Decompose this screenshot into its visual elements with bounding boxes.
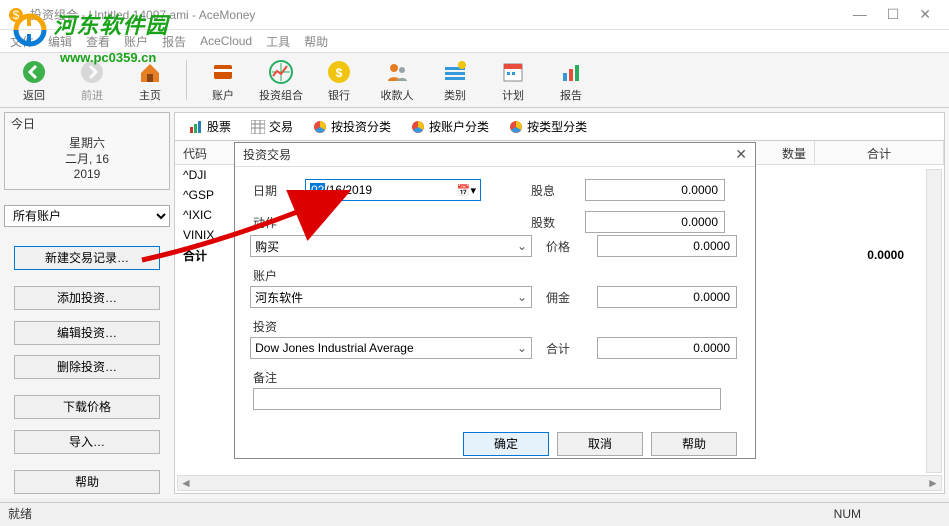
cancel-button[interactable]: 取消 [557, 432, 643, 456]
menu-file[interactable]: 文件 [10, 33, 34, 50]
window-title: 投资组合 - Untitled 14097.ami - AceMoney [30, 6, 853, 23]
today-weekday: 星期六 [11, 136, 163, 152]
tab-by-investment[interactable]: 按投资分类 [305, 115, 399, 138]
menu-view[interactable]: 查看 [86, 33, 110, 50]
menubar: 文件 编辑 查看 账户 报告 AceCloud 工具 帮助 [0, 30, 949, 52]
note-input[interactable] [253, 388, 721, 410]
dividend-input[interactable] [585, 179, 725, 201]
label-total: 合计 [546, 340, 587, 357]
side-download-price[interactable]: 下载价格 [14, 395, 160, 419]
label-commission: 佣金 [546, 289, 587, 306]
menu-acecloud[interactable]: AceCloud [200, 34, 252, 48]
today-date: 二月, 16 [11, 152, 163, 168]
label-dividend: 股息 [531, 182, 575, 199]
toolbar-bank[interactable]: $银行 [313, 55, 365, 105]
tab-by-type[interactable]: 按类型分类 [501, 115, 595, 138]
investment-select[interactable]: Dow Jones Industrial Average⌄ [250, 337, 532, 359]
date-input[interactable]: 02/16/2019 📅▾ [305, 179, 481, 201]
investment-transaction-dialog: 投资交易 ✕ 日期 02/16/2019 📅▾ 股息 动作 股数 购买⌄ 价格 [234, 142, 756, 459]
commission-input[interactable] [597, 286, 737, 308]
label-action: 动作 [253, 214, 295, 231]
account-select[interactable]: 河东软件⌄ [250, 286, 532, 308]
account-selector[interactable]: 所有账户 [4, 205, 170, 227]
svg-text:$: $ [336, 66, 343, 80]
shares-input[interactable] [585, 211, 725, 233]
menu-report[interactable]: 报告 [162, 33, 186, 50]
sidebar: 今日 星期六 二月, 16 2019 所有账户 新建交易记录… 添加投资… 编辑… [0, 108, 174, 498]
label-date: 日期 [253, 182, 295, 199]
toolbar-category[interactable]: 类别 [429, 55, 481, 105]
toolbar: 返回 前进 主页 账户 投资组合 $银行 收款人 类别 计划 报告 [0, 52, 949, 108]
col-code[interactable]: 代码 [175, 141, 239, 164]
menu-help[interactable]: 帮助 [304, 33, 328, 50]
side-add-investment[interactable]: 添加投资… [14, 286, 160, 310]
label-investment: 投资 [253, 318, 295, 335]
side-edit-investment[interactable]: 编辑投资… [14, 321, 160, 345]
svg-text:$: $ [13, 8, 20, 22]
close-button[interactable]: ✕ [919, 6, 931, 23]
help-button[interactable]: 帮助 [651, 432, 737, 456]
tab-stocks[interactable]: 股票 [181, 115, 239, 138]
toolbar-back[interactable]: 返回 [8, 55, 60, 105]
dialog-title: 投资交易 [243, 146, 735, 163]
label-account: 账户 [253, 267, 295, 284]
toolbar-payee[interactable]: 收款人 [371, 55, 423, 105]
action-select[interactable]: 购买⌄ [250, 235, 532, 257]
scrollbar-vertical[interactable] [926, 169, 942, 473]
price-input[interactable] [597, 235, 737, 257]
maximize-button[interactable]: ☐ [887, 6, 900, 23]
col-total[interactable]: 合计 [815, 141, 944, 164]
side-delete-investment[interactable]: 删除投资… [14, 355, 160, 379]
status-left: 就绪 [8, 505, 834, 522]
toolbar-forward: 前进 [66, 55, 118, 105]
tab-transactions[interactable]: 交易 [243, 115, 301, 138]
tab-strip: 股票 交易 按投资分类 按账户分类 按类型分类 [175, 113, 944, 141]
label-price: 价格 [546, 238, 587, 255]
status-num: NUM [834, 507, 861, 521]
col-qty[interactable]: 数量 [755, 141, 815, 164]
today-title: 今日 [11, 115, 163, 132]
toolbar-portfolio[interactable]: 投资组合 [255, 55, 307, 105]
dialog-close-button[interactable]: ✕ [735, 146, 747, 163]
toolbar-home[interactable]: 主页 [124, 55, 176, 105]
menu-account[interactable]: 账户 [124, 33, 148, 50]
tab-by-account[interactable]: 按账户分类 [403, 115, 497, 138]
side-import[interactable]: 导入… [14, 430, 160, 454]
toolbar-accounts[interactable]: 账户 [197, 55, 249, 105]
today-year: 2019 [11, 167, 163, 183]
side-help[interactable]: 帮助 [14, 470, 160, 494]
menu-edit[interactable]: 编辑 [48, 33, 72, 50]
side-new-transaction[interactable]: 新建交易记录… [14, 246, 160, 270]
titlebar: $ 投资组合 - Untitled 14097.ami - AceMoney —… [0, 0, 949, 30]
label-shares: 股数 [531, 214, 575, 231]
calendar-icon[interactable]: 📅▾ [457, 184, 476, 197]
app-icon: $ [8, 7, 24, 23]
toolbar-plan[interactable]: 计划 [487, 55, 539, 105]
today-panel: 今日 星期六 二月, 16 2019 [4, 112, 170, 190]
scrollbar-horizontal[interactable]: ◄► [177, 475, 942, 491]
statusbar: 就绪 NUM [0, 502, 949, 524]
toolbar-report[interactable]: 报告 [545, 55, 597, 105]
total-input[interactable] [597, 337, 737, 359]
label-note: 备注 [253, 369, 295, 386]
minimize-button[interactable]: — [853, 6, 867, 23]
menu-tools[interactable]: 工具 [266, 33, 290, 50]
ok-button[interactable]: 确定 [463, 432, 549, 456]
